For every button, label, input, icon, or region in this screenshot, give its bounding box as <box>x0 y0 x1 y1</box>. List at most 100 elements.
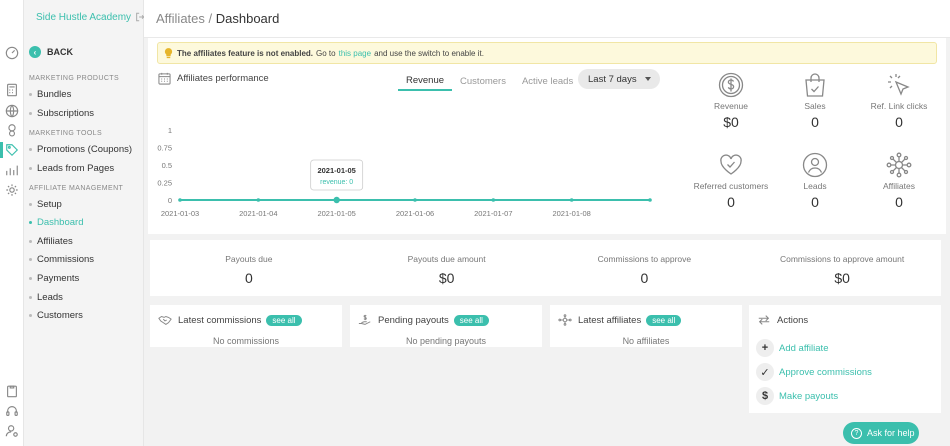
summary-label: Payouts due <box>225 254 273 264</box>
network-icon <box>558 314 572 326</box>
breadcrumb-parent[interactable]: Affiliates <box>156 11 205 26</box>
stat-revenue: Revenue $0 <box>686 72 776 130</box>
caret-down-icon <box>645 77 651 81</box>
sidebar-item-label: Promotions (Coupons) <box>37 144 133 155</box>
data-point <box>178 198 182 202</box>
award-icon[interactable] <box>5 123 19 137</box>
plus-icon: + <box>756 339 774 357</box>
sidebar-item-label: Leads <box>37 292 63 303</box>
brand-name: Side Hustle Academy <box>36 11 132 23</box>
headset-icon[interactable] <box>5 404 19 418</box>
sidebar-item-customers[interactable]: Customers <box>29 310 83 321</box>
actions-card: Actions + Add affiliate ✓ Approve commis… <box>749 305 941 413</box>
section-title-affiliate-management: AFFILIATE MANAGEMENT <box>29 185 124 192</box>
icon-rail <box>0 0 24 446</box>
chart-icon[interactable] <box>5 163 19 177</box>
summary-label: Payouts due amount <box>407 254 486 264</box>
see-all-payouts-button[interactable]: see all <box>453 314 489 326</box>
see-all-commissions-button[interactable]: see all <box>266 314 302 326</box>
notice-bold-text: The affiliates feature is not enabled. <box>177 48 314 58</box>
data-point <box>648 198 652 202</box>
latest-affiliates-card: Latest affiliates see all No affiliates <box>550 305 742 347</box>
calendar-icon <box>158 72 171 85</box>
make-payouts-button[interactable]: $ Make payouts <box>756 387 838 405</box>
notice-link[interactable]: this page <box>339 49 371 58</box>
card-empty-text: No affiliates <box>622 336 670 346</box>
shopping-bag-icon <box>802 72 828 98</box>
payouts-due-amount: Payouts due amount $0 <box>348 240 546 296</box>
user-circle-icon <box>802 152 828 178</box>
data-point <box>491 198 496 202</box>
performance-tabs: Revenue Customers Active leads <box>398 71 581 91</box>
sidebar-item-label: Affiliates <box>37 236 73 247</box>
user-settings-icon[interactable] <box>5 424 19 438</box>
swap-arrows-icon <box>758 315 770 325</box>
x-tick-label: 2021-01-07 <box>474 209 512 218</box>
x-tick-label: 2021-01-04 <box>239 209 277 218</box>
cursor-click-icon <box>886 72 912 98</box>
bullet-icon <box>29 167 32 170</box>
bullet-icon <box>29 240 32 243</box>
sidebar-item-dashboard[interactable]: Dashboard <box>29 217 83 228</box>
sidebar-item-label: Commissions <box>37 254 95 265</box>
stat-label: Ref. Link clicks <box>870 101 928 111</box>
bullet-icon <box>29 296 32 299</box>
back-button[interactable]: ‹ BACK <box>29 46 73 58</box>
data-point <box>333 196 340 204</box>
sidebar-item-commissions[interactable]: Commissions <box>29 254 94 265</box>
dashboard-gauge-icon[interactable] <box>5 46 19 60</box>
notice-text-post: and use the switch to enable it. <box>374 48 484 58</box>
tag-icon[interactable] <box>5 143 19 157</box>
card-title: Pending payouts <box>378 314 449 326</box>
sidebar-item-leads[interactable]: Leads <box>29 292 63 303</box>
ask-for-help-button[interactable]: ? Ask for help <box>843 422 919 444</box>
tab-active-leads[interactable]: Active leads <box>514 71 581 91</box>
question-icon: ? <box>851 427 862 439</box>
tooltip-value: revenue: 0 <box>320 179 353 186</box>
tab-revenue[interactable]: Revenue <box>398 71 453 91</box>
stat-label: Referred customers <box>693 181 769 191</box>
card-header: Actions <box>757 314 808 326</box>
card-title: Latest affiliates <box>578 314 642 326</box>
tooltip-date: 2021-01-05 <box>317 166 355 175</box>
data-point <box>569 198 574 202</box>
page-header: Affiliates / Dashboard <box>144 0 950 38</box>
notice-text-pre: Go to <box>316 48 336 58</box>
revenue-chart[interactable]: 1 0.75 0.5 0.25 0 2021-01-03 2021-01-04 2021-01… <box>150 118 660 228</box>
date-range-select[interactable]: Last 7 days <box>578 69 660 89</box>
breadcrumb-separator: / <box>204 11 216 26</box>
globe-icon[interactable] <box>5 104 19 118</box>
sidebar-item-subscriptions[interactable]: Subscriptions <box>29 108 94 119</box>
sidebar-item-label: Leads from Pages <box>37 163 115 174</box>
add-affiliate-button[interactable]: + Add affiliate <box>756 339 828 357</box>
heart-hands-icon <box>718 152 744 178</box>
payouts-due: Payouts due 0 <box>150 240 348 296</box>
clipboard-icon[interactable] <box>5 384 19 398</box>
dollar-icon: $ <box>756 387 774 405</box>
approve-commissions-button[interactable]: ✓ Approve commissions <box>756 363 872 381</box>
stat-value: $0 <box>723 114 739 130</box>
brand[interactable]: Side Hustle Academy <box>24 9 145 25</box>
bullet-icon <box>29 258 32 261</box>
sidebar-item-leads-from-pages[interactable]: Leads from Pages <box>29 163 114 174</box>
see-all-affiliates-button[interactable]: see all <box>646 314 682 326</box>
sidebar-item-bundles[interactable]: Bundles <box>29 89 71 100</box>
bullet-icon <box>29 277 32 280</box>
sidebar-item-payments[interactable]: Payments <box>29 273 79 284</box>
card-header: Latest affiliates see all <box>558 314 682 326</box>
gear-icon[interactable] <box>5 183 19 197</box>
sidebar-item-promotions[interactable]: Promotions (Coupons) <box>29 144 132 155</box>
stat-leads: Leads 0 <box>770 152 860 210</box>
latest-commissions-card: Latest commissions see all No commission… <box>150 305 342 347</box>
chevron-left-icon: ‹ <box>29 46 41 58</box>
rail-active-indicator <box>0 142 3 158</box>
summary-label: Commissions to approve <box>597 254 692 264</box>
calculator-icon[interactable] <box>5 83 19 97</box>
tab-customers[interactable]: Customers <box>452 71 514 91</box>
summary-value: 0 <box>640 270 649 286</box>
sidebar-item-affiliates[interactable]: Affiliates <box>29 236 73 247</box>
sidebar-item-setup[interactable]: Setup <box>29 199 62 210</box>
card-empty-text: No pending payouts <box>405 336 487 346</box>
sidebar-item-label: Dashboard <box>37 217 84 228</box>
action-label: Make payouts <box>779 390 839 402</box>
